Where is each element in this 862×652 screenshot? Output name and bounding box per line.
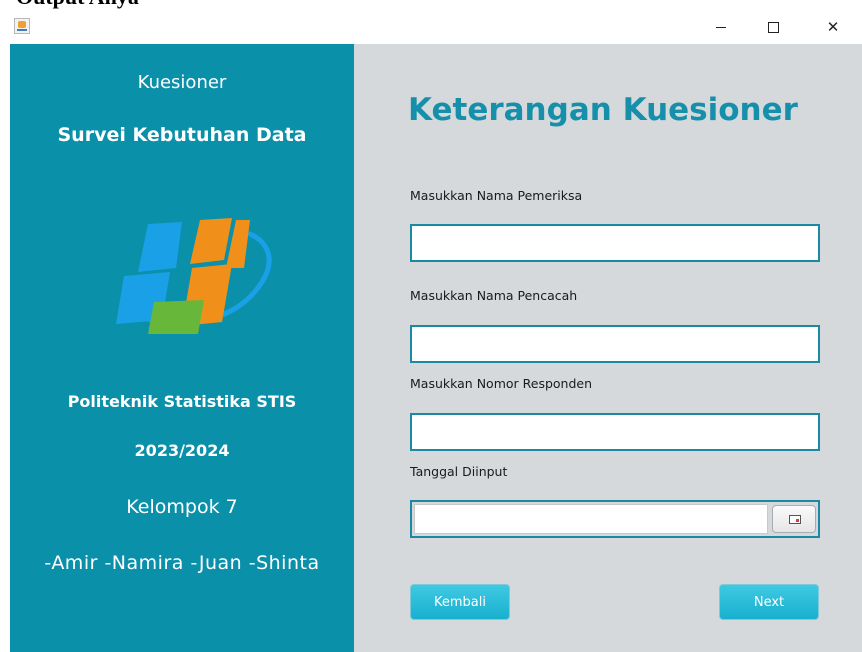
pemeriksa-label: Masukkan Nama Pemeriksa <box>410 188 583 203</box>
date-input[interactable] <box>414 504 768 534</box>
calendar-icon <box>789 515 801 524</box>
close-icon: ✕ <box>826 17 840 36</box>
responden-label: Masukkan Nomor Responden <box>410 376 593 391</box>
date-picker <box>410 500 820 538</box>
form-panel: Keterangan Kuesioner Masukkan Nama Pemer… <box>354 44 862 652</box>
pencacah-input[interactable] <box>410 325 820 363</box>
member-list: -Amir -Namira -Juan -Shinta <box>44 552 320 574</box>
document-heading: Output Anya <box>16 0 139 10</box>
maximize-icon <box>767 21 779 33</box>
next-button[interactable]: Next <box>719 584 819 620</box>
java-app-icon <box>14 18 30 34</box>
back-button[interactable]: Kembali <box>410 584 510 620</box>
bps-logo-icon <box>116 218 272 334</box>
window-titlebar: ✕ <box>10 10 862 45</box>
academic-year: 2023/2024 <box>134 441 230 460</box>
form-title: Keterangan Kuesioner <box>408 92 798 128</box>
pemeriksa-input[interactable] <box>410 224 820 262</box>
minimize-button[interactable] <box>698 10 744 44</box>
sidebar-title: Kuesioner <box>137 72 227 93</box>
calendar-button[interactable] <box>772 505 816 533</box>
institution-name: Politeknik Statistika STIS <box>67 392 297 411</box>
close-button[interactable]: ✕ <box>810 10 856 44</box>
maximize-button[interactable] <box>750 10 796 44</box>
minimize-icon <box>716 26 726 28</box>
survey-name: Survei Kebutuhan Data <box>57 124 307 146</box>
sidebar: Kuesioner Survei Kebutuhan Data Politekn… <box>10 44 354 652</box>
group-name: Kelompok 7 <box>126 496 238 518</box>
tanggal-label: Tanggal Diinput <box>410 464 508 479</box>
responden-input[interactable] <box>410 413 820 451</box>
pencacah-label: Masukkan Nama Pencacah <box>410 288 578 303</box>
